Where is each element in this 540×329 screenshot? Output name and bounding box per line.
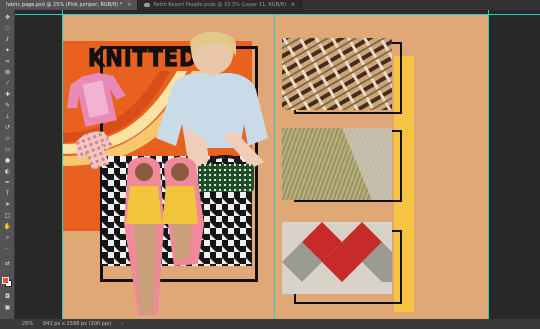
document-canvas[interactable]: KNITTED: [15, 10, 540, 319]
lasso-tool-icon[interactable]: ℓ: [3, 36, 12, 43]
crop-tool-icon[interactable]: ⌗: [3, 58, 12, 65]
pink-jumper-image: [67, 72, 126, 127]
plaid-fabric-image: [282, 38, 392, 110]
pen-tool-icon[interactable]: ✒: [3, 179, 12, 186]
dodge-tool-icon[interactable]: ◐: [3, 168, 12, 175]
eyedropper-tool-icon[interactable]: ⁄: [3, 80, 12, 87]
foreground-color-swatch[interactable]: [2, 277, 9, 284]
blur-tool-icon[interactable]: ●: [3, 157, 12, 164]
checked-jumper-image: [75, 131, 114, 171]
frame-tool-icon[interactable]: ⊠: [3, 69, 12, 76]
ribbed-knit-fabric-image: [282, 128, 392, 200]
argyle-fabric-image: [282, 222, 392, 294]
magic-wand-tool-icon[interactable]: ✦: [3, 47, 12, 54]
path-selection-tool-icon[interactable]: ➤: [3, 201, 12, 208]
screen-mode-icon[interactable]: ▣: [3, 304, 12, 311]
type-tool-icon[interactable]: T: [3, 190, 12, 197]
chevron-right-icon[interactable]: ›: [121, 321, 123, 327]
page-spread-divider: [274, 14, 275, 319]
tab-label: Retro Resort People.psds @ 33.3% (Layer …: [153, 2, 286, 8]
tab-fabric-page[interactable]: fabric page.psd @ 25% (Pink jumper, RGB/…: [0, 0, 139, 10]
tab-retro-resort[interactable]: Retro Resort People.psds @ 33.3% (Layer …: [138, 0, 303, 10]
more-tools-icon[interactable]: ⋯: [3, 245, 12, 252]
quick-mask-icon[interactable]: ◘: [3, 293, 12, 300]
hand-tool-icon[interactable]: ✋: [3, 223, 12, 230]
tools-panel: ✥ ◌ ℓ ✦ ⌗ ⊠ ⁄ ✚ ✎ ⊥ ↺ ▱ ▭ ● ◐ ✒ T ➤ □ ✋ …: [0, 10, 15, 319]
brush-tool-icon[interactable]: ✎: [3, 102, 12, 109]
eraser-tool-icon[interactable]: ▱: [3, 135, 12, 142]
guide-line-vertical-left: [62, 10, 63, 319]
document-tab-bar: fabric page.psd @ 25% (Pink jumper, RGB/…: [0, 0, 540, 10]
guide-line-vertical-right: [488, 10, 489, 319]
clone-stamp-tool-icon[interactable]: ⊥: [3, 113, 12, 120]
history-brush-tool-icon[interactable]: ↺: [3, 124, 12, 131]
guide-line-horizontal-top: [15, 14, 540, 15]
status-bar: 25% 841 px x 2598 px (300 ppi) ›: [0, 319, 540, 329]
tab-label: fabric page.psd @ 25% (Pink jumper, RGB/…: [6, 2, 123, 8]
marquee-tool-icon[interactable]: ◌: [3, 25, 12, 32]
cloud-document-icon: [144, 3, 151, 7]
close-icon[interactable]: ×: [291, 2, 295, 8]
zoom-tool-icon[interactable]: ⌕: [3, 234, 12, 241]
gradient-tool-icon[interactable]: ▭: [3, 146, 12, 153]
zoom-level[interactable]: 25%: [22, 321, 33, 327]
move-tool-icon[interactable]: ✥: [3, 14, 12, 21]
twin-models-yellow-jumper-image: [124, 157, 204, 316]
artboard: KNITTED: [62, 14, 488, 319]
healing-brush-tool-icon[interactable]: ✚: [3, 91, 12, 98]
close-icon[interactable]: ×: [127, 2, 131, 8]
rectangle-tool-icon[interactable]: □: [3, 212, 12, 219]
document-size: 841 px x 2598 px (300 ppi): [43, 321, 112, 327]
swap-colors-icon[interactable]: ⇄: [3, 260, 12, 267]
